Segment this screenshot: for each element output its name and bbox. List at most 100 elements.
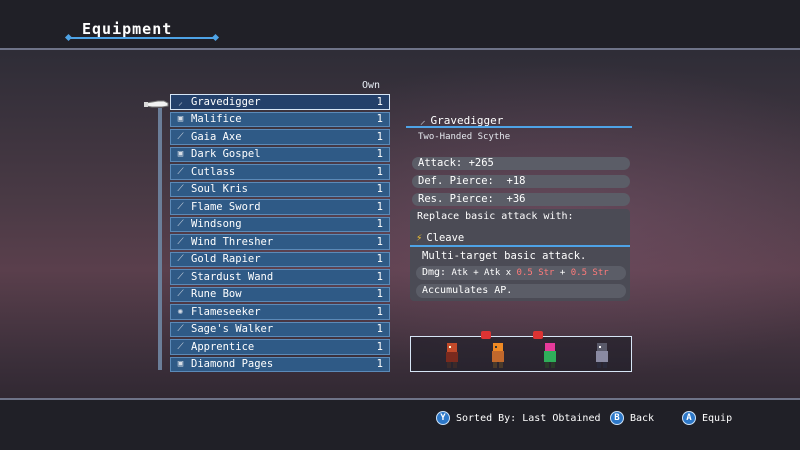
equipment-count: 1 [376,340,383,353]
axe-icon: ⟋ [177,131,184,142]
bow-icon: ⟋ [177,289,184,300]
equipment-name: Flameseeker [191,305,261,318]
equipment-name: Windsong [191,218,242,231]
list-scrollbar[interactable] [158,108,162,370]
skill-title: ⚡ Cleave [416,232,464,244]
equipment-name: Apprentice [191,340,255,353]
tome-icon: ▣ [177,359,184,370]
equipment-name: Cutlass [191,165,236,178]
equipment-row[interactable]: ▣ Dark Gospel 1 [170,146,390,162]
equipment-count: 1 [376,218,383,231]
equipment-count: 1 [376,130,383,143]
stat-attack: Attack: +265 [412,157,630,170]
equipment-count: 1 [376,165,383,178]
heart-icon [481,331,491,339]
skill-name: Cleave [426,232,465,244]
back-label: Back [630,412,655,424]
dmg-plus: + [554,268,571,278]
equip-hint[interactable]: A Equip [682,410,732,426]
equipment-row[interactable]: ⟋ Gold Rapier 1 [170,251,390,267]
dmg-base: Atk + Atk x [451,268,517,278]
bottom-bar [0,398,800,450]
party-member-sprite [446,343,458,368]
replace-label: Replace basic attack with: [417,211,574,222]
equipment-row[interactable]: ⟋ Cutlass 1 [170,164,390,180]
back-hint[interactable]: B Back [610,410,654,426]
dmg-label: Dmg: [422,267,447,278]
equipment-row[interactable]: ⟋ Stardust Wand 1 [170,269,390,285]
skill-underline [410,245,630,247]
cutlass-icon: ⟋ [177,166,184,177]
rapier-icon: ⟋ [177,254,184,265]
equipment-name: Rune Bow [191,288,242,301]
party-member-sprite [596,343,608,368]
wand-icon: ⟋ [177,341,184,352]
stat-value: +265 [468,157,494,169]
equipment-count: 1 [376,288,383,301]
stat-label: Def. Pierce: [418,175,494,187]
equipment-row[interactable]: ⟋ Soul Kris 1 [170,181,390,197]
stat-res-pierce: Res. Pierce: +36 [412,193,630,206]
stat-label: Attack: [418,157,463,169]
equipment-count: 1 [376,95,383,108]
page-title: Equipment [82,20,173,38]
equipment-name: Diamond Pages [191,358,274,371]
details-item-type: Two-Handed Scythe [418,132,511,142]
cleave-icon: ⚡ [416,232,423,244]
party-member-sprite [492,343,504,368]
equipment-row[interactable]: ▣ Malifice 1 [170,111,390,127]
equipment-count: 1 [376,358,383,371]
top-divider [0,48,800,50]
skill-note: Accumulates AP. [416,284,626,298]
damage-formula: Dmg: Atk + Atk x 0.5 Str + 0.5 Str [416,266,626,280]
equipment-name: Dark Gospel [191,148,261,161]
party-member-sprite [544,343,556,368]
tome-icon: ▣ [177,114,184,125]
dmg-scaling-1: 0.5 Str [516,268,555,278]
equipment-screen: Equipment Own ⸝ Gravedigger 1 ▣ Malifice 1 ⟋ Ga… [0,0,800,450]
sword-icon: ⟋ [177,201,184,212]
equipment-name: Malifice [191,113,242,126]
wand-icon: ⟋ [177,271,184,282]
equipment-row[interactable]: ⟋ Apprentice 1 [170,339,390,355]
title-underline [68,37,216,39]
equipment-count: 1 [376,200,383,213]
equipment-row[interactable]: ⟋ Rune Bow 1 [170,286,390,302]
equipment-row[interactable]: ⟋ Windsong 1 [170,216,390,232]
equipment-row[interactable]: ✺ Flameseeker 1 [170,304,390,320]
equipment-row[interactable]: ⟋ Gaia Axe 1 [170,129,390,145]
heart-icon [533,331,543,339]
equipment-count: 1 [376,270,383,283]
bottom-divider [0,398,800,400]
stat-value: +18 [506,175,526,187]
equipment-count: 1 [376,323,383,336]
dmg-scaling-2: 0.5 Str [570,268,609,278]
sort-hint[interactable]: Y Sorted By: Last Obtained [436,410,601,426]
equipment-count: 1 [376,305,383,318]
equipment-name: Gaia Axe [191,130,242,143]
equipment-row[interactable]: ▣ Diamond Pages 1 [170,356,390,372]
equipment-count: 1 [376,235,383,248]
equipment-row[interactable]: ⟋ Flame Sword 1 [170,199,390,215]
equipment-count: 1 [376,183,383,196]
equipment-list: ⸝ Gravedigger 1 ▣ Malifice 1 ⟋ Gaia Axe 1 ▣ Dark G… [170,94,390,374]
equipment-name: Wind Thresher [191,235,274,248]
equipment-name: Flame Sword [191,200,261,213]
y-button-icon: Y [436,411,450,425]
b-button-icon: B [610,411,624,425]
equipment-row[interactable]: ⟋ Wind Thresher 1 [170,234,390,250]
equipment-row[interactable]: ⟋ Sage's Walker 1 [170,321,390,337]
equipment-name: Soul Kris [191,183,248,196]
dagger-icon: ⟋ [177,184,184,195]
flail-icon: ✺ [177,306,184,317]
equipment-name: Gold Rapier [191,253,261,266]
party-preview [410,331,632,372]
stat-label: Res. Pierce: [418,193,494,205]
equip-label: Equip [702,412,733,424]
a-button-icon: A [682,411,696,425]
equipment-name: Gravedigger [191,95,261,108]
stat-def-pierce: Def. Pierce: +18 [412,175,630,188]
equipment-row[interactable]: ⸝ Gravedigger 1 [170,94,390,110]
own-column-header: Own [362,80,381,91]
scythe-icon: ⸝ [178,98,183,109]
